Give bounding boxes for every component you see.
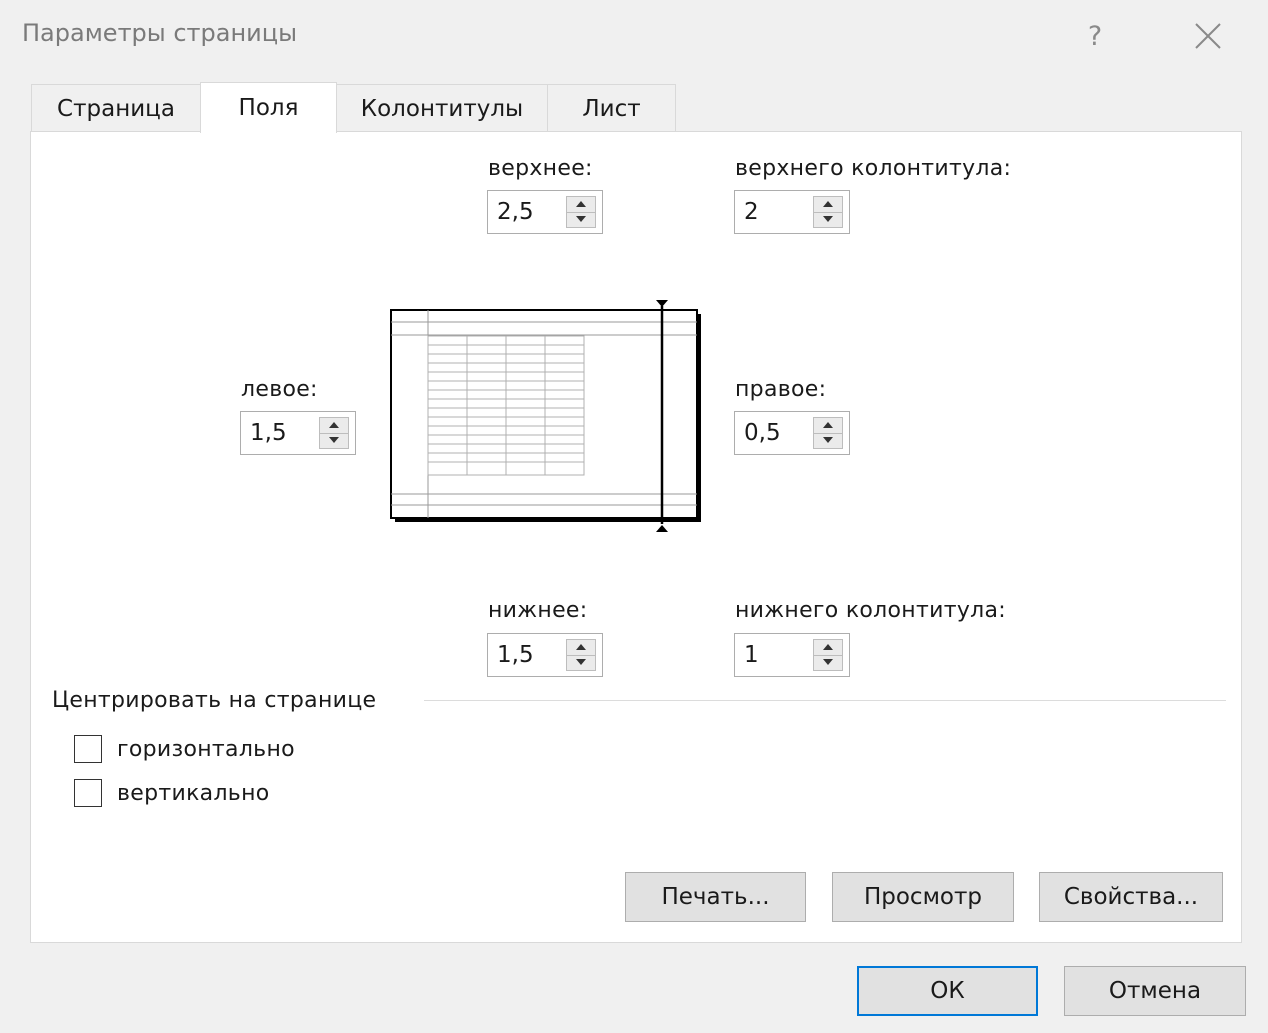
header-margin-value[interactable]: 2 <box>744 199 759 225</box>
help-button[interactable]: ? <box>1073 14 1117 58</box>
spin-down-icon[interactable] <box>567 655 595 670</box>
spin-down-icon[interactable] <box>567 212 595 227</box>
dialog-title: Параметры страницы <box>22 19 298 47</box>
left-margin-spinner[interactable]: 1,5 <box>240 411 356 455</box>
footer-margin-label: нижнего колонтитула: <box>735 598 1006 623</box>
tab-headers-footers[interactable]: Колонтитулы <box>336 84 548 132</box>
top-margin-label: верхнее: <box>488 156 593 181</box>
properties-button[interactable]: Свойства... <box>1039 872 1223 922</box>
left-margin-value[interactable]: 1,5 <box>250 420 287 446</box>
spin-up-icon[interactable] <box>814 197 842 213</box>
page-setup-dialog: Параметры страницы ? Страница Поля Колон… <box>0 0 1268 1033</box>
close-icon <box>1195 23 1221 49</box>
tab-label: Страница <box>57 95 175 122</box>
left-margin-label: левое: <box>241 377 318 402</box>
spin-down-icon[interactable] <box>320 433 348 448</box>
spin-up-icon[interactable] <box>320 418 348 434</box>
tab-label: Поля <box>238 95 299 121</box>
spin-down-icon[interactable] <box>814 433 842 448</box>
preview-button[interactable]: Просмотр <box>832 872 1014 922</box>
spin-up-icon[interactable] <box>814 640 842 656</box>
right-margin-value[interactable]: 0,5 <box>744 420 781 446</box>
tab-margins[interactable]: Поля <box>200 82 337 133</box>
bottom-margin-spinner[interactable]: 1,5 <box>487 633 603 677</box>
footer-margin-spinner[interactable]: 1 <box>734 633 850 677</box>
tab-sheet[interactable]: Лист <box>547 84 676 132</box>
spin-buttons <box>566 639 596 671</box>
tab-label: Колонтитулы <box>360 95 524 122</box>
right-margin-spinner[interactable]: 0,5 <box>734 411 850 455</box>
bottom-margin-value[interactable]: 1,5 <box>497 642 534 668</box>
spin-buttons <box>566 196 596 228</box>
group-separator <box>424 700 1226 701</box>
center-horizontal-checkbox[interactable] <box>74 735 102 763</box>
spin-down-icon[interactable] <box>814 655 842 670</box>
header-margin-label: верхнего колонтитула: <box>735 156 1012 181</box>
center-vertical-checkbox[interactable] <box>74 779 102 807</box>
header-margin-spinner[interactable]: 2 <box>734 190 850 234</box>
ok-button[interactable]: ОК <box>857 966 1038 1016</box>
page-preview-icon <box>390 300 701 532</box>
right-margin-label: правое: <box>735 377 827 402</box>
bottom-margin-label: нижнее: <box>488 598 588 623</box>
center-horizontal-label[interactable]: горизонтально <box>117 737 295 762</box>
top-margin-spinner[interactable]: 2,5 <box>487 190 603 234</box>
spin-up-icon[interactable] <box>814 418 842 434</box>
spin-up-icon[interactable] <box>567 640 595 656</box>
tab-page[interactable]: Страница <box>31 84 201 132</box>
spin-down-icon[interactable] <box>814 212 842 227</box>
tab-label: Лист <box>582 95 641 122</box>
center-group-label: Центрировать на странице <box>52 688 377 713</box>
top-margin-value[interactable]: 2,5 <box>497 199 534 225</box>
spin-buttons <box>813 196 843 228</box>
footer-margin-value[interactable]: 1 <box>744 642 759 668</box>
spin-buttons <box>813 417 843 449</box>
spin-buttons <box>813 639 843 671</box>
cancel-button[interactable]: Отмена <box>1064 966 1246 1016</box>
help-icon: ? <box>1087 20 1103 52</box>
print-button[interactable]: Печать... <box>625 872 806 922</box>
spin-up-icon[interactable] <box>567 197 595 213</box>
margins-tab-panel <box>30 131 1242 943</box>
close-button[interactable] <box>1186 14 1230 58</box>
spin-buttons <box>319 417 349 449</box>
center-vertical-label[interactable]: вертикально <box>117 781 270 806</box>
